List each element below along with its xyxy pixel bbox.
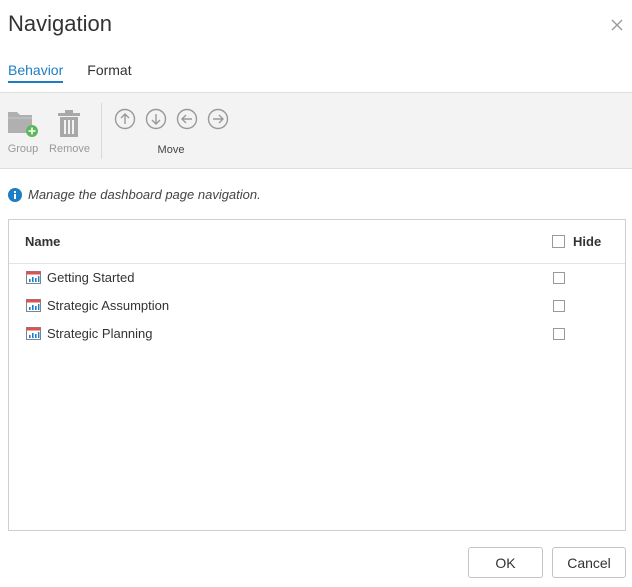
table-row[interactable]: Getting Started [9,264,625,292]
hide-all-checkbox[interactable] [552,235,565,248]
row-label: Strategic Assumption [47,298,170,313]
tab-format[interactable]: Format [87,62,131,83]
tab-bar: Behavior Format [8,62,132,83]
arrow-right-icon[interactable] [207,108,229,130]
table-row[interactable]: Strategic Planning [9,320,625,348]
cancel-button[interactable]: Cancel [552,547,626,578]
group-button[interactable]: Group [5,93,41,168]
toolbar: Group Remove Move [0,92,632,169]
dashboard-page-icon [26,327,41,340]
hide-header-label: Hide [573,234,602,249]
tab-behavior[interactable]: Behavior [8,62,64,83]
ok-button[interactable]: OK [468,547,543,578]
info-icon [8,187,22,202]
info-message: Manage the dashboard page navigation. [8,187,261,202]
hide-checkbox[interactable] [553,300,565,312]
dialog-title: Navigation [8,11,112,36]
row-label: Getting Started [47,270,135,285]
toolbar-separator [101,103,102,159]
hide-checkbox[interactable] [553,272,565,284]
group-label: Group [7,143,39,155]
name-column-header: Name [25,234,61,249]
move-group [114,108,229,130]
dashboard-page-icon [26,271,41,284]
arrow-up-icon[interactable] [114,108,136,130]
dashboard-page-icon [26,299,41,312]
table-row[interactable]: Strategic Assumption [9,292,625,320]
add-folder-icon [8,112,38,137]
hide-column-header: Hide [552,234,601,249]
row-label: Strategic Planning [47,326,153,341]
remove-button[interactable]: Remove [47,93,92,168]
trash-icon [58,110,80,137]
info-text: Manage the dashboard page navigation. [28,187,261,202]
remove-label: Remove [49,143,90,155]
arrow-down-icon[interactable] [145,108,167,130]
grid-header: Name Hide [9,220,625,264]
arrow-left-icon[interactable] [176,108,198,130]
navigation-grid: Name Hide Getting Started Strategic Assu… [8,219,626,531]
move-label: Move [157,144,185,156]
close-icon[interactable] [609,17,625,33]
hide-checkbox[interactable] [553,328,565,340]
